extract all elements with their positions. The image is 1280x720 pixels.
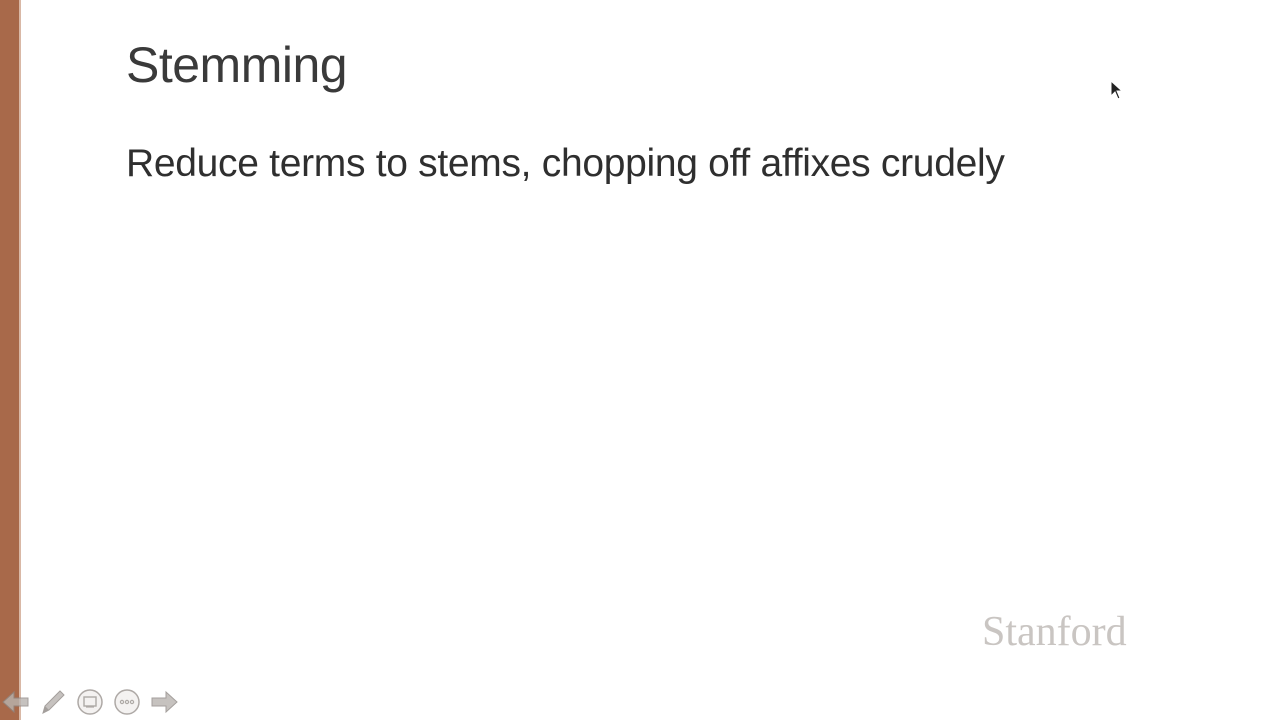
more-options-icon [114,689,140,715]
next-slide-button[interactable] [148,686,180,718]
stanford-logo: Stanford [982,609,1127,655]
bullet-text: Reduce terms to stems, chopping off affi… [126,142,1005,185]
arrow-right-icon [151,690,178,714]
presentation-toolbar [0,686,185,718]
previous-slide-button[interactable] [0,686,32,718]
slide: Stemming Reduce terms to stems, chopping… [0,0,1280,720]
slide-title: Stemming [126,37,348,93]
pen-icon [42,690,65,714]
slides-view-icon [77,689,103,715]
accent-bar-edge [19,0,21,720]
mouse-cursor-icon [1110,80,1124,100]
more-options-button[interactable] [111,686,143,718]
pen-tool-button[interactable] [37,686,69,718]
accent-bar [0,0,19,720]
slides-view-button[interactable] [74,686,106,718]
arrow-left-icon [2,690,29,714]
